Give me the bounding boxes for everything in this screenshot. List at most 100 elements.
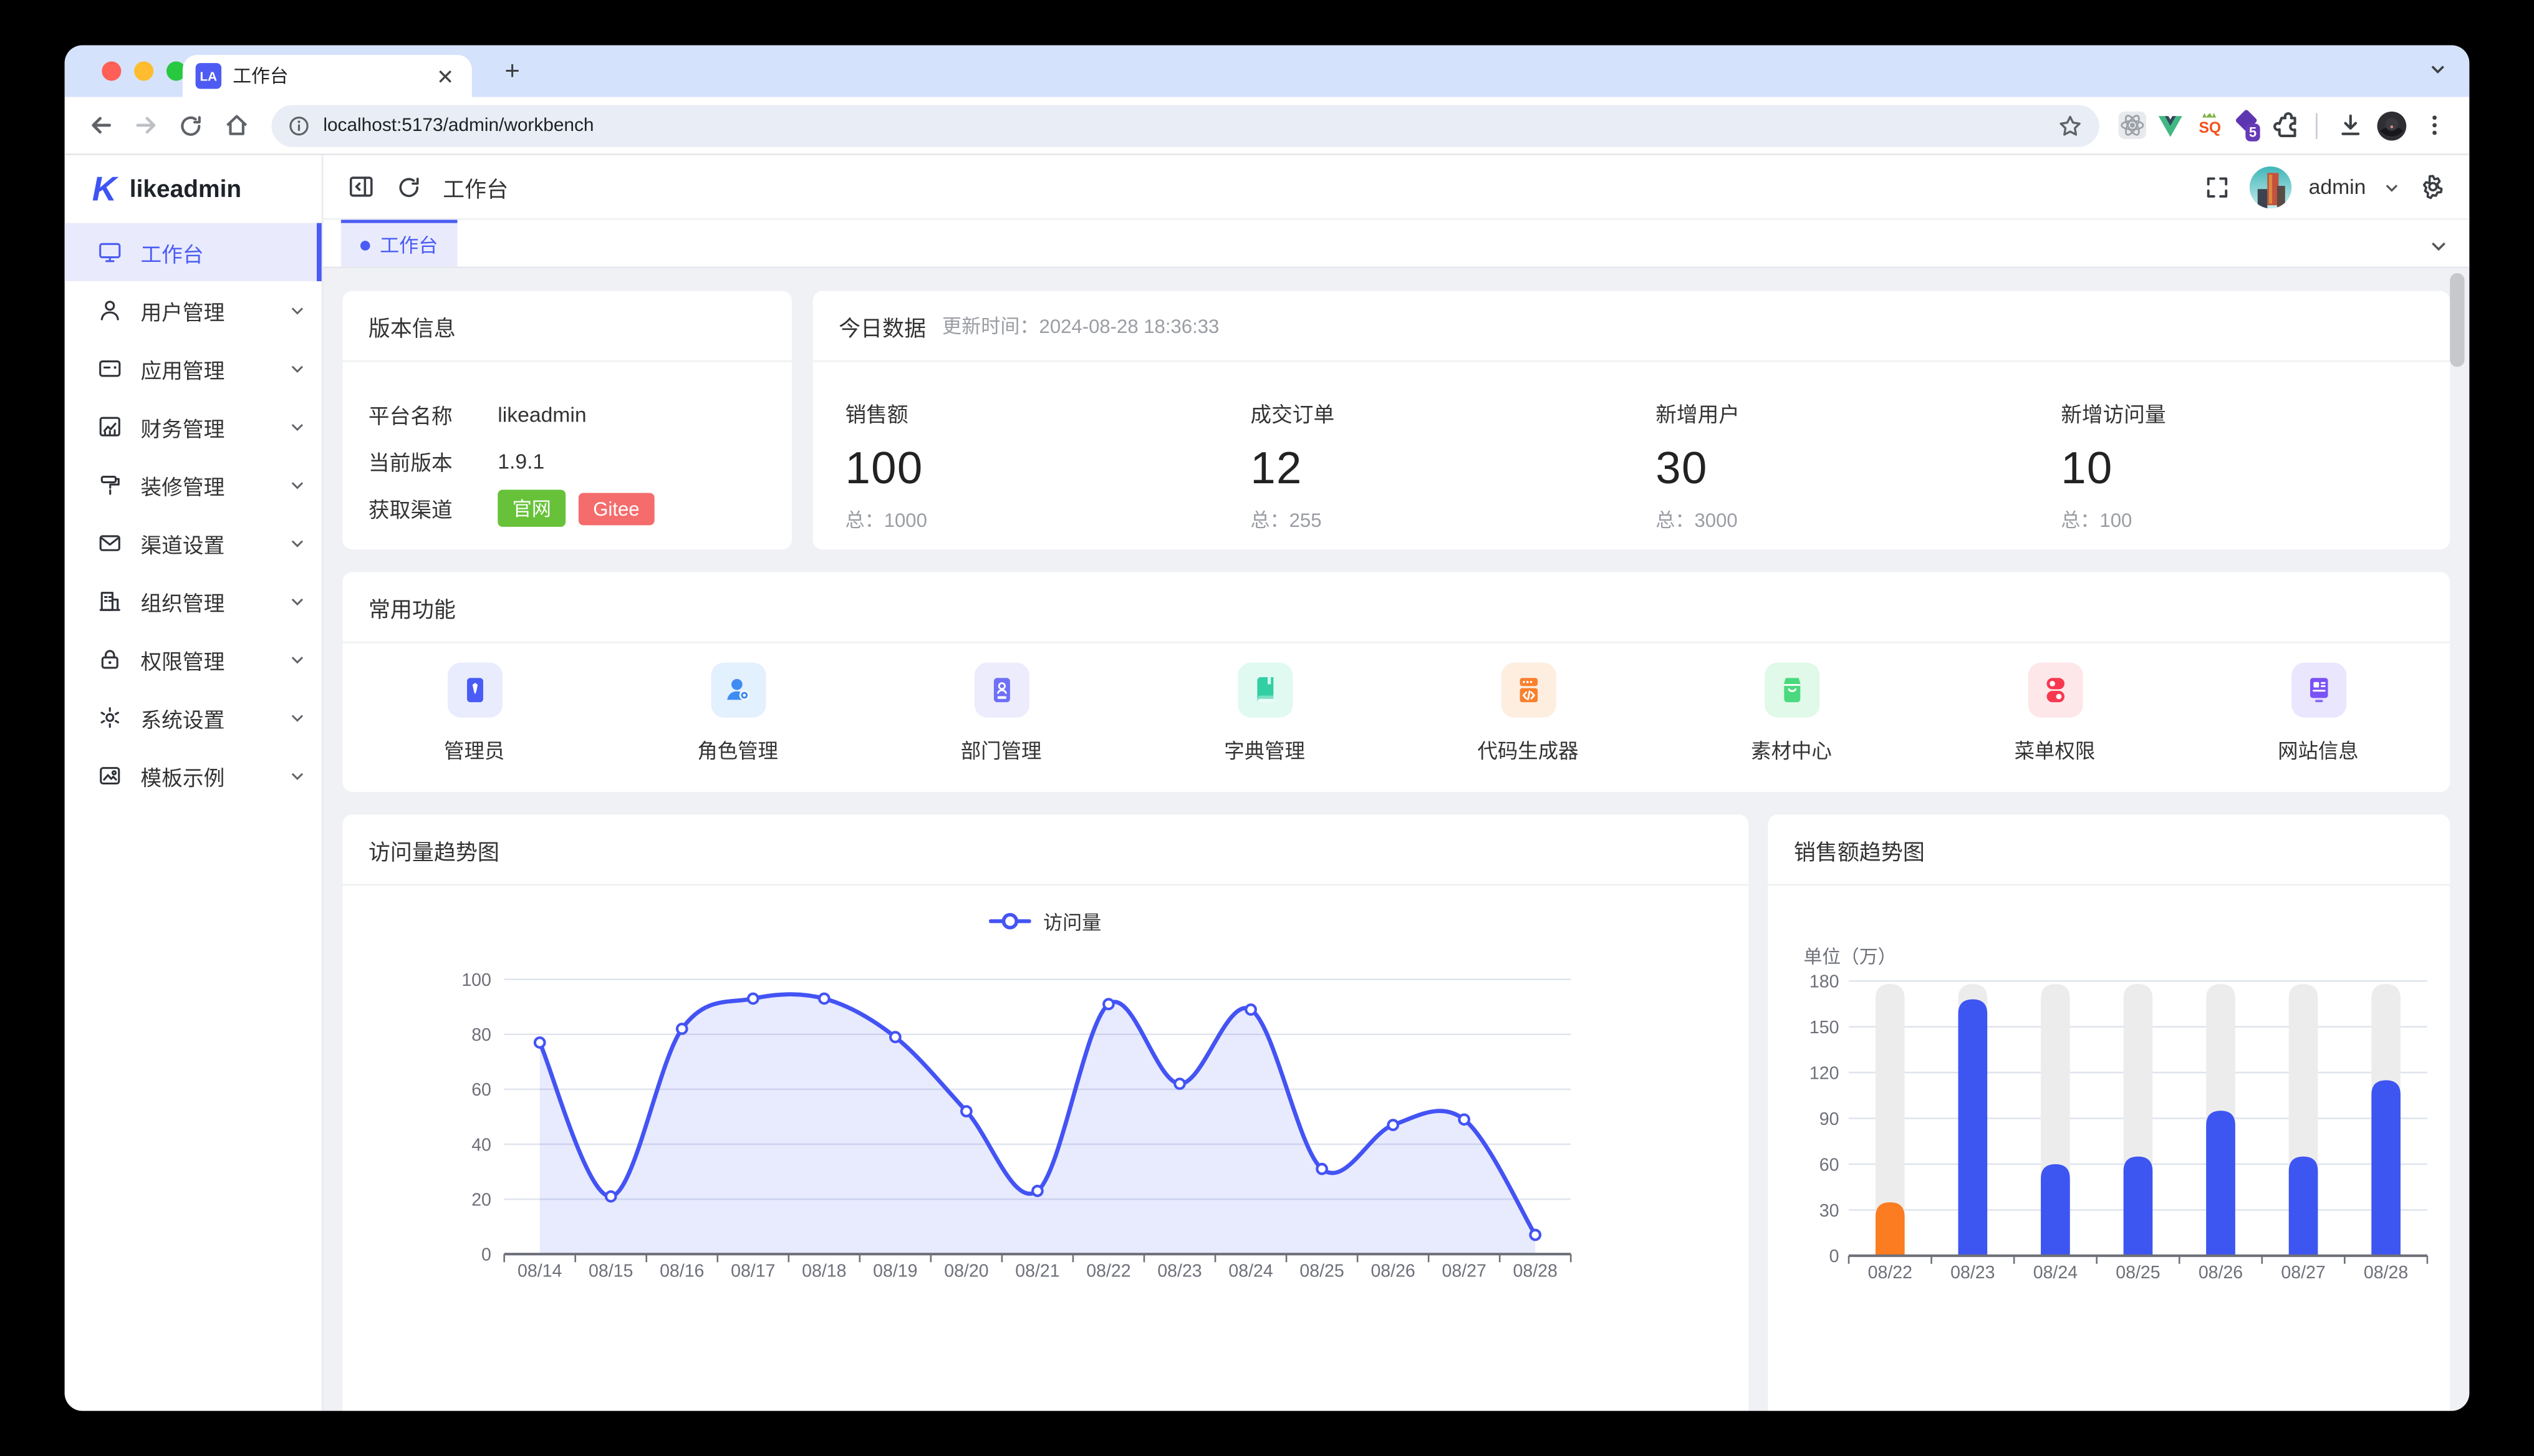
visits-legend[interactable]: 访问量 [342, 907, 1748, 936]
sidebar-item-9[interactable]: 系统设置 [65, 688, 322, 746]
svg-text:08/28: 08/28 [1513, 1261, 1558, 1281]
quick-item-label: 字典管理 [1224, 734, 1305, 764]
refresh-page-icon[interactable] [394, 172, 423, 201]
settings-gear-icon[interactable] [2417, 172, 2447, 201]
toolbar-divider [2316, 112, 2318, 138]
sidebar-item-label: 财务管理 [140, 412, 271, 442]
svg-text:08/23: 08/23 [1950, 1263, 1995, 1283]
svg-text:80: 80 [471, 1025, 491, 1045]
vue-devtools-extension-icon[interactable] [2154, 109, 2187, 142]
tabbar-chevron-down-icon[interactable] [2429, 234, 2448, 264]
back-icon[interactable] [81, 106, 120, 145]
close-window-button[interactable] [102, 61, 121, 80]
quick-item-网站信息[interactable]: 网站信息 [2187, 663, 2450, 764]
svg-text:SQ: SQ [2198, 120, 2220, 137]
sidebar-item-5[interactable]: 装修管理 [65, 456, 322, 514]
dictionary-icon [1237, 663, 1292, 718]
collapse-sidebar-icon[interactable] [346, 172, 375, 201]
quick-item-label: 菜单权限 [2015, 734, 2096, 764]
downloads-icon[interactable] [2330, 106, 2369, 145]
sidebar-item-2[interactable]: 用户管理 [65, 281, 322, 339]
legend-line-marker-icon [990, 912, 1031, 931]
stat-total: 总：3000 [1655, 506, 2045, 533]
quick-item-角色管理[interactable]: 角色管理 [606, 663, 869, 764]
quick-item-label: 管理员 [444, 734, 504, 764]
version-info-card: 版本信息 平台名称likeadmin当前版本1.9.1获取渠道官网Gitee [342, 291, 792, 550]
sidebar-item-3[interactable]: 应用管理 [65, 339, 322, 397]
user-name[interactable]: admin [2309, 175, 2366, 199]
quick-item-字典管理[interactable]: 字典管理 [1133, 663, 1396, 764]
svg-text:5: 5 [2249, 123, 2257, 139]
svg-text:08/24: 08/24 [1228, 1261, 1273, 1281]
sales-bar-chart[interactable]: 030609012015018008/2208/2308/2408/2508/2… [1768, 968, 2450, 1349]
forward-icon[interactable] [126, 106, 165, 145]
browser-toolbar: localhost:5173/admin/workbench SQ 5 [65, 97, 2470, 155]
quick-item-部门管理[interactable]: 部门管理 [869, 663, 1132, 764]
sq-extension-icon[interactable]: SQ [2193, 109, 2225, 142]
svg-text:08/15: 08/15 [589, 1261, 633, 1281]
active-tab-dot [360, 240, 370, 250]
tab-search-chevron-icon[interactable] [2429, 60, 2447, 82]
stat-label: 新增用户 [1655, 398, 2045, 428]
sidebar-item-10[interactable]: 模板示例 [65, 746, 322, 804]
user-avatar[interactable] [2249, 166, 2291, 208]
sidebar-item-label: 装修管理 [140, 470, 271, 500]
view-tab-label: 工作台 [380, 231, 438, 259]
quick-item-label: 部门管理 [961, 734, 1042, 764]
org-icon [97, 588, 123, 614]
quick-card-title: 常用功能 [369, 591, 456, 623]
minimize-window-button[interactable] [134, 61, 153, 80]
svg-text:08/20: 08/20 [944, 1261, 988, 1281]
quick-item-素材中心[interactable]: 素材中心 [1660, 663, 1923, 764]
view-tab-workbench[interactable]: 工作台 [341, 219, 458, 266]
page-scrollbar-thumb[interactable] [2450, 273, 2464, 367]
sidebar-item-1[interactable]: 工作台 [65, 223, 322, 281]
browser-menu-icon[interactable] [2414, 106, 2453, 145]
sidebar-item-4[interactable]: 财务管理 [65, 398, 322, 456]
visits-line-chart[interactable]: 02040608010008/1408/1508/1608/1708/1808/… [342, 950, 1748, 1332]
sales-trend-card: 销售额趋势图 单位（万） 030609012015018008/2208/230… [1768, 814, 2450, 1410]
bookmark-star-icon[interactable] [2057, 112, 2083, 138]
reload-icon[interactable] [171, 106, 210, 145]
admin-badge-icon [447, 663, 502, 718]
channel-badge[interactable]: 官网 [498, 489, 566, 526]
quick-item-代码生成器[interactable]: 代码生成器 [1396, 663, 1659, 764]
decorate-icon [97, 472, 123, 498]
svg-text:08/21: 08/21 [1015, 1261, 1059, 1281]
quick-item-label: 角色管理 [697, 734, 778, 764]
app-logo[interactable]: K likeadmin [65, 155, 322, 223]
macos-traffic-lights [102, 61, 186, 80]
browser-profile-avatar[interactable] [2376, 109, 2408, 142]
sales-unit-label: 单位（万） [1803, 944, 1896, 970]
fullscreen-icon[interactable] [2202, 172, 2232, 201]
quick-item-菜单权限[interactable]: 菜单权限 [1923, 663, 2186, 764]
sidebar-nav: 工作台用户管理应用管理财务管理装修管理渠道设置组织管理权限管理系统设置模板示例 [65, 223, 322, 805]
admin-app: K likeadmin 工作台用户管理应用管理财务管理装修管理渠道设置组织管理权… [65, 155, 2470, 1411]
screen: LA 工作台 ✕ + local [0, 0, 2534, 1456]
sidebar-item-7[interactable]: 组织管理 [65, 572, 322, 630]
stat-label: 新增访问量 [2061, 398, 2450, 428]
svg-text:08/26: 08/26 [2199, 1263, 2243, 1283]
legend-label: 访问量 [1043, 907, 1101, 935]
quick-item-label: 代码生成器 [1478, 734, 1579, 764]
site-info-icon[interactable] [287, 114, 310, 137]
sidebar-item-8[interactable]: 权限管理 [65, 630, 322, 688]
monitor-icon [97, 239, 123, 265]
quick-item-管理员[interactable]: 管理员 [342, 663, 605, 764]
new-tab-button[interactable]: + [494, 57, 530, 92]
extensions-puzzle-icon[interactable] [2270, 109, 2303, 142]
finance-icon [97, 414, 123, 440]
stat-新增访问量: 新增访问量10总：100 [2045, 398, 2450, 534]
sidebar-item-6[interactable]: 渠道设置 [65, 514, 322, 572]
channel-icon [97, 530, 123, 556]
react-devtools-extension-icon[interactable] [2116, 109, 2148, 142]
purple-badge-extension-icon[interactable]: 5 [2232, 109, 2264, 142]
svg-text:150: 150 [1809, 1018, 1839, 1038]
tab-close-icon[interactable]: ✕ [431, 64, 459, 88]
browser-tab[interactable]: LA 工作台 ✕ [183, 55, 472, 97]
user-menu-chevron-icon[interactable] [2384, 178, 2400, 195]
url-bar[interactable]: localhost:5173/admin/workbench [271, 104, 2099, 146]
channel-badge[interactable]: Gitee [579, 492, 654, 524]
home-icon[interactable] [216, 106, 255, 145]
url-text[interactable]: localhost:5173/admin/workbench [323, 115, 2044, 135]
